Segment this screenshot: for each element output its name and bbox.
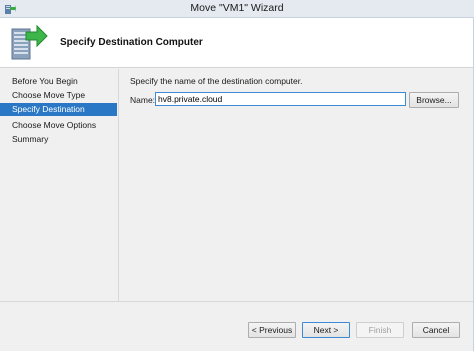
nav-item-specify-destination[interactable]: Specify Destination <box>0 103 117 116</box>
previous-button[interactable]: < Previous <box>248 322 296 338</box>
instruction-text: Specify the name of the destination comp… <box>130 76 303 86</box>
cancel-button[interactable]: Cancel <box>412 322 460 338</box>
next-button[interactable]: Next > <box>302 322 350 338</box>
title-bar: Move "VM1" Wizard <box>0 0 474 18</box>
move-vm-wizard-window: Move "VM1" Wizard Specify Destination Co… <box>0 0 474 351</box>
window-title: Move "VM1" Wizard <box>190 2 284 14</box>
finish-button[interactable]: Finish <box>356 322 404 338</box>
wizard-header: Specify Destination Computer <box>0 18 474 68</box>
wizard-steps-nav: Before You Begin Choose Move Type Specif… <box>0 69 118 301</box>
nav-item-choose-move-type[interactable]: Choose Move Type <box>0 89 117 102</box>
name-label: Name: <box>130 95 156 105</box>
wizard-content: Specify the name of the destination comp… <box>118 69 474 301</box>
page-title: Specify Destination Computer <box>60 37 203 48</box>
nav-item-choose-move-options[interactable]: Choose Move Options <box>0 119 117 132</box>
browse-button[interactable]: Browse... <box>409 92 459 108</box>
server-move-arrow-icon <box>11 24 48 60</box>
nav-item-summary[interactable]: Summary <box>0 133 117 146</box>
nav-item-before-you-begin[interactable]: Before You Begin <box>0 75 117 88</box>
destination-name-input[interactable] <box>155 92 406 106</box>
bottom-divider <box>0 301 474 302</box>
